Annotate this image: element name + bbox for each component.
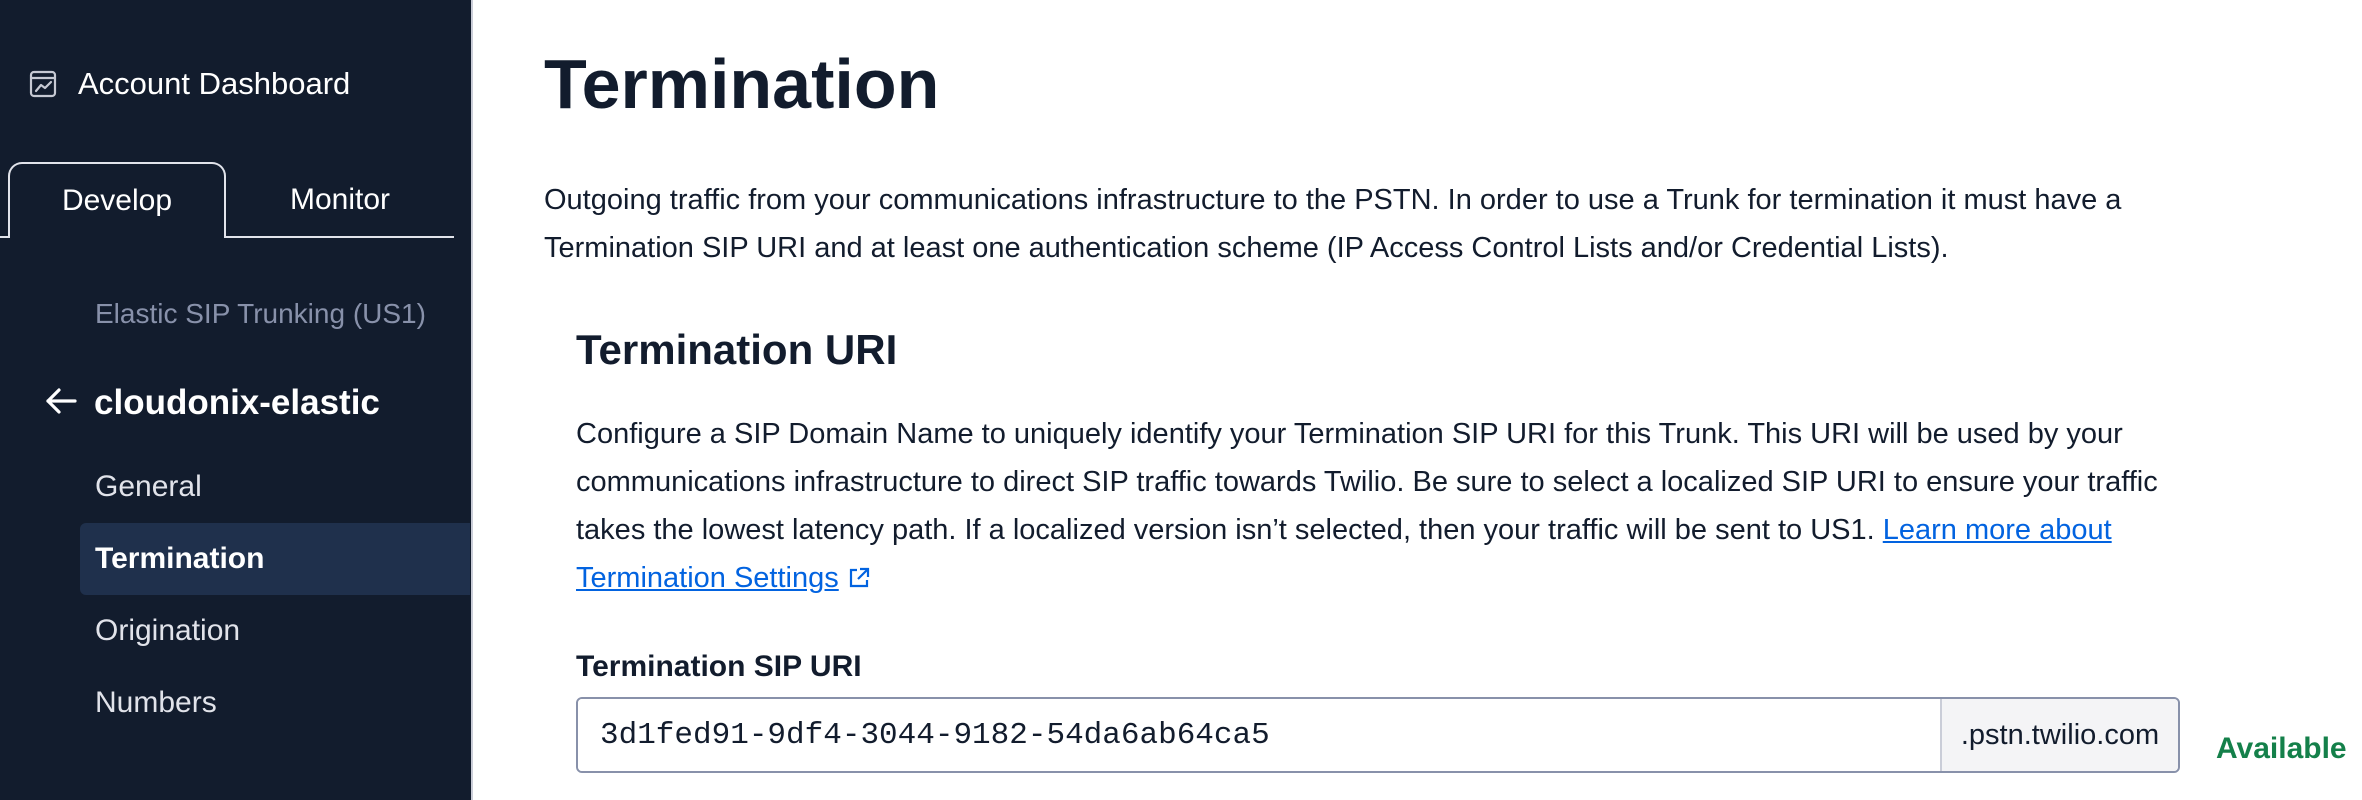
sidebar-item-general[interactable]: General xyxy=(80,451,470,523)
chart-icon xyxy=(28,69,58,99)
tab-develop[interactable]: Develop xyxy=(8,162,226,238)
section-description: Configure a SIP Domain Name to uniquely … xyxy=(576,410,2216,605)
sidebar-item-origination[interactable]: Origination xyxy=(80,595,470,667)
sidebar-item-numbers[interactable]: Numbers xyxy=(80,667,470,739)
termination-sip-uri-field: .pstn.twilio.com xyxy=(576,697,2180,773)
tab-monitor[interactable]: Monitor xyxy=(226,162,454,238)
uri-suffix: .pstn.twilio.com xyxy=(1940,699,2178,771)
tab-underline xyxy=(0,236,10,238)
page-title: Termination xyxy=(544,45,940,123)
back-to-trunk[interactable]: cloudonix-elastic xyxy=(44,378,380,428)
external-link-icon[interactable] xyxy=(847,557,871,605)
page-description: Outgoing traffic from your communication… xyxy=(544,184,2122,264)
breadcrumb-parent-link[interactable]: Elastic SIP Trunking (US1) xyxy=(95,298,426,330)
arrow-left-icon[interactable] xyxy=(44,386,78,421)
sidebar-divider xyxy=(471,0,473,800)
trunk-name: cloudonix-elastic xyxy=(94,383,380,422)
account-dashboard-link[interactable]: Account Dashboard xyxy=(28,62,350,106)
availability-status: Available xyxy=(2216,732,2347,765)
sidebar-item-termination[interactable]: Termination xyxy=(80,523,470,595)
sidebar: Account Dashboard Develop Monitor Elasti… xyxy=(0,0,471,800)
tab-underline xyxy=(226,236,454,238)
section-title: Termination URI xyxy=(576,326,898,373)
termination-sip-uri-input[interactable] xyxy=(578,699,1940,771)
termination-sip-uri-label: Termination SIP URI xyxy=(576,650,862,683)
account-dashboard-label: Account Dashboard xyxy=(78,66,351,101)
